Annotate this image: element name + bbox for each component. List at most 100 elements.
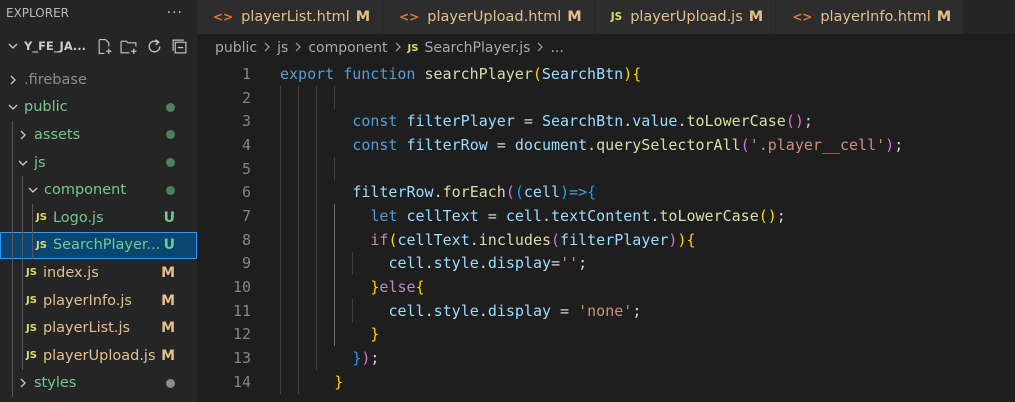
- code-token: .: [469, 230, 479, 249]
- tree-item-label: styles: [34, 375, 77, 392]
- tree-folder[interactable]: styles: [0, 369, 197, 398]
- indent-guide: [12, 231, 13, 260]
- indent-guide: [280, 133, 281, 157]
- line-number: 3: [241, 112, 251, 131]
- tab-git-status: M: [567, 9, 582, 25]
- code-line[interactable]: 2: [197, 85, 1015, 110]
- line-number: 5: [241, 159, 251, 178]
- tree-folder[interactable]: .firebase: [0, 66, 197, 94]
- chevron-down-icon: [6, 41, 20, 51]
- line-number: 13: [232, 349, 251, 368]
- code-line[interactable]: 11 cell.style.display = 'none';: [197, 298, 1015, 323]
- js-file-icon: JS: [36, 212, 47, 224]
- code-line[interactable]: 3 const filterPlayer = SearchBtn.value.to…: [197, 109, 1015, 134]
- code-line[interactable]: 4 const filterRow = document.querySelecto…: [197, 133, 1015, 157]
- editor-tab[interactable]: <> playerUpload.html M: [383, 0, 595, 34]
- tree-item-label: index.js: [42, 264, 99, 281]
- editor-tab[interactable]: <> playerInfo.html M: [776, 0, 965, 34]
- git-status-badge: U: [163, 237, 175, 254]
- code-line[interactable]: 8 if(cellText.includes(filterPlayer)){: [197, 227, 1015, 252]
- code-token: document: [514, 135, 588, 154]
- git-status-dot: [166, 102, 175, 112]
- tree-file[interactable]: JS playerUpload.js M: [0, 341, 197, 370]
- new-file-icon[interactable]: [94, 36, 114, 56]
- breadcrumb-tail[interactable]: ...: [550, 40, 563, 56]
- tree-file[interactable]: JS playerInfo.js M: [0, 286, 197, 315]
- tree-file[interactable]: JS playerList.js M: [0, 314, 197, 342]
- tree-file[interactable]: JS index.js M: [0, 259, 197, 287]
- indent-guide: [298, 275, 300, 299]
- code-token: style: [433, 301, 479, 320]
- code-token: =: [478, 206, 506, 225]
- code-line[interactable]: 12}: [197, 322, 1015, 347]
- tree-item-label: playerList.js: [42, 320, 131, 337]
- breadcrumb-item[interactable]: public: [215, 40, 257, 56]
- indent-guide: [352, 251, 354, 276]
- more-actions-icon[interactable]: ···: [167, 5, 183, 21]
- code-line[interactable]: 5: [197, 156, 1015, 181]
- new-folder-icon[interactable]: [119, 36, 139, 56]
- code-token: (: [740, 135, 750, 154]
- indent-guide: [280, 156, 281, 181]
- tree-item-label: component: [44, 182, 127, 199]
- editor-tab[interactable]: JS playerUpload.js M: [594, 0, 777, 34]
- code-token: (: [514, 183, 524, 202]
- indent-guide: [298, 322, 300, 347]
- explorer-sidebar: EXPLORER ··· Y_FE_JA... .firebase public…: [0, 0, 197, 402]
- indent-guide: [22, 314, 23, 342]
- tree-file[interactable]: JS SearchPlayer... U: [0, 231, 197, 260]
- indent-guide: [12, 259, 13, 287]
- indent-guide: [316, 346, 318, 370]
- code-token: {: [415, 278, 425, 297]
- code-line[interactable]: 1 export function searchPlayer(SearchBtn)…: [197, 62, 1015, 86]
- js-file-icon: JS: [407, 42, 419, 54]
- code-token: cell: [388, 254, 425, 273]
- code-line[interactable]: 9 cell.style.display='';: [197, 251, 1015, 276]
- breadcrumb-item[interactable]: js: [277, 40, 288, 56]
- code-line[interactable]: 13});: [197, 346, 1015, 370]
- tree-folder[interactable]: assets: [0, 121, 197, 149]
- indent-guide: [280, 275, 281, 299]
- indent-guide: [334, 204, 336, 228]
- indent-guide: [280, 346, 281, 370]
- chevron-down-icon: [6, 102, 20, 112]
- breadcrumb-item[interactable]: component: [308, 40, 387, 56]
- breadcrumb-file[interactable]: SearchPlayer.js: [424, 40, 530, 56]
- code-line[interactable]: 7 let cellText = cell.textContent.toLower…: [197, 204, 1015, 228]
- git-status-badge: M: [161, 320, 175, 337]
- line-number: 11: [232, 301, 251, 320]
- html-file-icon: <>: [213, 10, 234, 24]
- code-token: SearchBtn: [541, 112, 624, 131]
- indent-guide: [12, 121, 13, 149]
- code-token: .: [623, 112, 633, 131]
- code-token: ;: [894, 135, 904, 154]
- html-file-icon: <>: [399, 10, 420, 24]
- tab-label: playerUpload.html: [427, 9, 562, 25]
- tree-item-label: js: [34, 154, 46, 171]
- indent-guide: [298, 251, 300, 276]
- code-line[interactable]: 10}else{: [197, 275, 1015, 299]
- code-token: {: [632, 64, 642, 83]
- collapse-all-icon[interactable]: [169, 36, 189, 56]
- code-token: .: [424, 301, 434, 320]
- code-text: export function searchPlayer(SearchBtn){: [280, 65, 641, 83]
- indent-guide: [12, 341, 13, 370]
- tree-file[interactable]: JS Logo.js U: [0, 203, 197, 232]
- indent-guide: [316, 180, 318, 205]
- code-line[interactable]: 14}: [197, 369, 1015, 394]
- code-token: {: [587, 183, 597, 202]
- chevron-down-icon: [26, 185, 40, 195]
- tree-folder[interactable]: js: [0, 148, 197, 177]
- line-number: 14: [232, 372, 251, 391]
- code-token: searchPlayer: [424, 64, 533, 83]
- tree-folder[interactable]: public: [0, 94, 197, 122]
- editor-tab[interactable]: <> playerList.html M: [197, 0, 384, 34]
- refresh-icon[interactable]: [144, 36, 164, 56]
- tree-item-label: playerInfo.js: [42, 292, 132, 309]
- code-line[interactable]: 6 filterRow.forEach((cell)=>{: [197, 180, 1015, 205]
- project-root[interactable]: Y_FE_JA...: [0, 26, 197, 66]
- tree-folder[interactable]: component: [0, 176, 197, 204]
- indent-guide: [298, 109, 300, 134]
- code-editor[interactable]: 1 export function searchPlayer(SearchBtn)…: [197, 62, 1015, 402]
